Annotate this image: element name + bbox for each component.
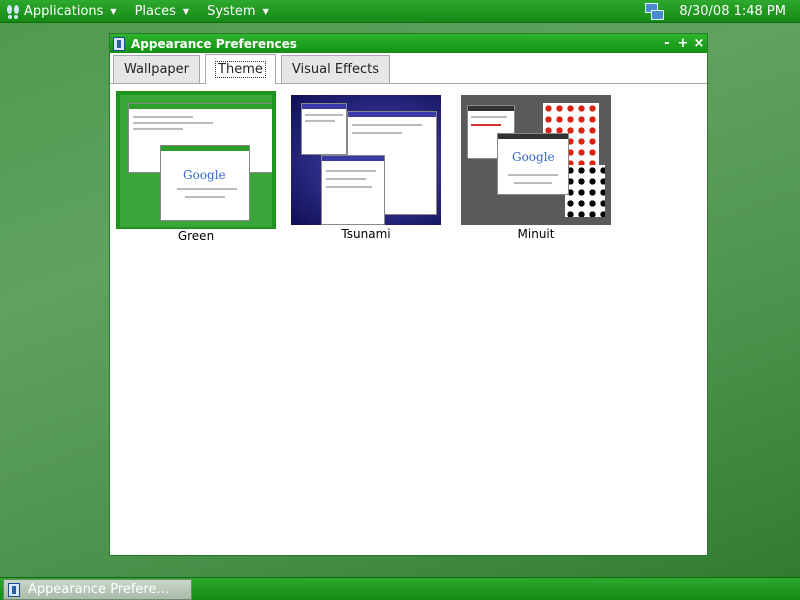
system-menu-label: System	[207, 3, 256, 19]
clock[interactable]: 8/30/08 1:48 PM	[679, 4, 786, 19]
system-menu[interactable]: System ▼	[197, 0, 277, 23]
tab-theme-label: Theme	[215, 61, 266, 78]
places-menu-label: Places	[134, 3, 176, 19]
top-panel: Applications ▼ Places ▼ System ▼ 8/30/08…	[0, 0, 800, 23]
window-icon[interactable]	[113, 36, 125, 51]
window-title: Appearance Preferences	[131, 36, 297, 51]
tab-visual-effects-label: Visual Effects	[291, 62, 380, 77]
theme-item-green[interactable]: Google Green	[116, 91, 276, 243]
chevron-down-icon: ▼	[262, 6, 269, 16]
tab-wallpaper-label: Wallpaper	[124, 62, 190, 77]
theme-preview-tsunami	[291, 95, 441, 225]
close-button[interactable]: ×	[691, 36, 707, 51]
tab-bar: Wallpaper Theme Visual Effects	[110, 53, 707, 84]
tab-wallpaper[interactable]: Wallpaper	[113, 55, 201, 83]
theme-name-tsunami: Tsunami	[341, 227, 391, 241]
theme-name-green: Green	[116, 229, 276, 243]
theme-list: Google Green Tsunami Google Minuit	[110, 85, 707, 555]
window-icon	[8, 582, 20, 597]
chevron-down-icon: ▼	[110, 6, 117, 16]
theme-item-minuit[interactable]: Google Minuit	[461, 95, 611, 241]
theme-item-tsunami[interactable]: Tsunami	[291, 95, 441, 241]
taskbar-button-appearance[interactable]: Appearance Prefere...	[3, 579, 192, 600]
network-icon[interactable]	[643, 2, 665, 20]
chevron-down-icon: ▼	[182, 6, 190, 16]
window-titlebar[interactable]: Appearance Preferences - + ×	[110, 34, 707, 53]
minimize-button[interactable]: -	[659, 36, 675, 51]
google-logo-text-minuit: Google	[512, 150, 555, 164]
appearance-preferences-window: Appearance Preferences - + × Wallpaper T…	[109, 33, 708, 556]
theme-preview-minuit: Google	[461, 95, 611, 225]
google-logo-text: Google	[183, 168, 226, 182]
tab-visual-effects[interactable]: Visual Effects	[280, 55, 391, 83]
tab-theme[interactable]: Theme	[205, 54, 276, 84]
gnome-foot-icon	[6, 3, 20, 19]
applications-menu[interactable]: Applications ▼	[0, 0, 125, 23]
maximize-button[interactable]: +	[675, 36, 691, 51]
places-menu[interactable]: Places ▼	[125, 0, 198, 23]
taskbar-button-label: Appearance Prefere...	[28, 582, 169, 597]
bottom-panel: Appearance Prefere...	[0, 577, 800, 600]
applications-menu-label: Applications	[24, 3, 104, 19]
theme-preview-green: Google	[120, 95, 272, 227]
theme-name-minuit: Minuit	[517, 227, 555, 241]
